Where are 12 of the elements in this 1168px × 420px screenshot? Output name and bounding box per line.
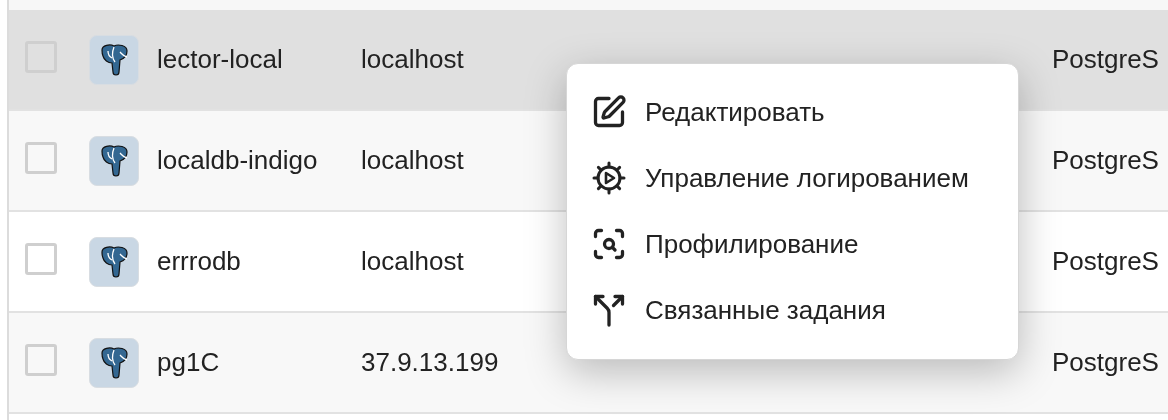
db-type-cell-text: PostgreS [1051, 246, 1160, 277]
host-cell-text: localhost [361, 145, 465, 176]
host-cell-text: 37.9.13.199 [361, 347, 500, 378]
db-type-cell-text: PostgreS [1051, 44, 1160, 75]
host-cell-text: localhost [361, 246, 465, 277]
db-type-cell-text: PostgreS [1051, 145, 1160, 176]
connection-name: pg1C [157, 347, 221, 378]
connection-name: localdb-indigo [157, 145, 319, 176]
connection-name: errrodb [157, 246, 242, 277]
db-type-cell-text: PostgreS [1051, 347, 1160, 378]
host-cell-text: localhost [361, 44, 465, 75]
connection-name: lector-local [157, 44, 284, 75]
